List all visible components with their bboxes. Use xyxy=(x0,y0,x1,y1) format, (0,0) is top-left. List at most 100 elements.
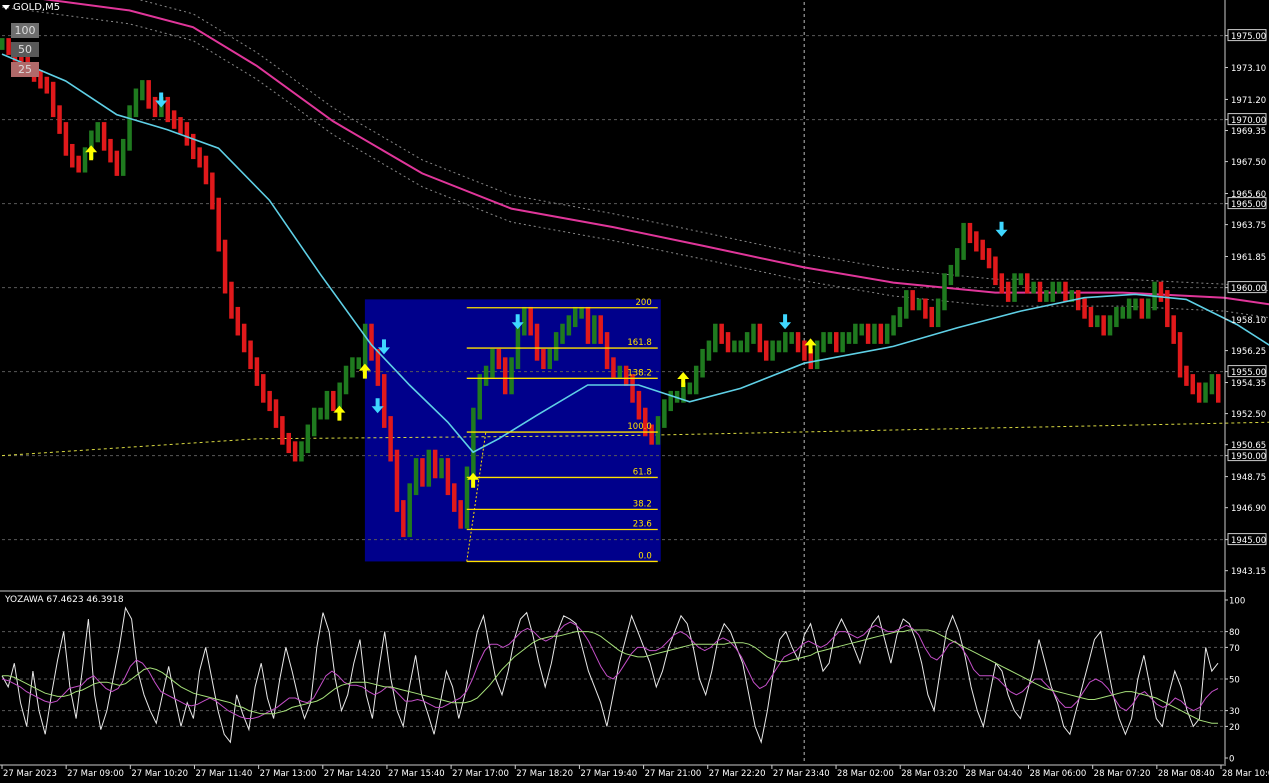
volume-button-100[interactable]: 100 xyxy=(11,23,39,38)
price-bar xyxy=(935,298,941,328)
price-bar xyxy=(483,365,489,386)
price-chart[interactable]: 200161.8138.2100.061.838.223.60.01975.00… xyxy=(0,0,1269,779)
price-bar xyxy=(1139,298,1145,319)
price-tick-label: 1943.15 xyxy=(1231,567,1266,577)
price-bar xyxy=(560,323,565,344)
price-bar xyxy=(1088,306,1094,328)
price-bar xyxy=(248,340,253,370)
price-bar xyxy=(891,315,896,336)
fib-level-label: 161.8 xyxy=(627,338,651,348)
symbol-text: GOLD,M5 xyxy=(13,2,61,13)
price-bar xyxy=(57,105,62,134)
price-bar xyxy=(872,323,877,344)
caret-down-icon[interactable] xyxy=(2,4,10,10)
price-bar xyxy=(884,323,890,344)
time-tick-label: 28 Mar 07:20 xyxy=(1094,769,1151,779)
price-bar xyxy=(152,96,158,118)
time-tick-label: 27 Mar 21:00 xyxy=(645,769,702,779)
price-bar xyxy=(140,80,145,101)
price-bar xyxy=(942,273,947,311)
time-tick-label: 28 Mar 04:40 xyxy=(965,769,1022,779)
price-bar xyxy=(235,306,241,336)
price-bar xyxy=(1107,315,1113,336)
price-bar xyxy=(1165,290,1170,328)
price-bar xyxy=(490,348,495,378)
price-bar xyxy=(611,357,616,378)
price-bar xyxy=(1133,298,1138,311)
price-bar xyxy=(241,323,247,353)
price-bar xyxy=(1037,281,1043,302)
fib-level-label: 200 xyxy=(636,298,652,308)
time-tick-label: 27 Mar 11:40 xyxy=(195,769,252,779)
price-bar xyxy=(770,340,775,361)
price-bar xyxy=(713,323,718,353)
price-bar xyxy=(426,449,432,487)
price-bar xyxy=(1209,374,1215,395)
price-bar xyxy=(394,449,400,512)
price-bar xyxy=(1145,298,1151,319)
price-bar xyxy=(452,483,457,512)
price-bar xyxy=(146,80,151,109)
price-bar xyxy=(1177,332,1183,378)
price-bar xyxy=(592,315,597,344)
time-tick-label: 28 Mar 06:00 xyxy=(1030,769,1087,779)
price-bar xyxy=(388,416,393,462)
price-tick-label: 1952.50 xyxy=(1231,410,1266,420)
volume-button-50[interactable]: 50 xyxy=(11,42,39,57)
fib-level-label: 138.2 xyxy=(627,368,651,378)
price-bar xyxy=(502,357,508,395)
price-bar xyxy=(1171,315,1176,344)
fib-level-label: 100.0 xyxy=(627,422,651,432)
price-bar xyxy=(572,306,578,328)
price-bar xyxy=(802,340,807,361)
price-bar xyxy=(509,357,514,395)
price-bar xyxy=(222,239,228,294)
price-bar xyxy=(827,332,833,344)
time-tick-label: 27 Mar 14:20 xyxy=(324,769,381,779)
price-tick-label: 1970.00 xyxy=(1231,116,1266,126)
price-bar xyxy=(834,332,839,353)
price-bar xyxy=(292,441,298,462)
price-bar xyxy=(923,298,928,319)
price-bar xyxy=(897,306,903,328)
price-bar xyxy=(515,323,521,370)
price-bar xyxy=(668,390,673,412)
price-bar xyxy=(407,483,412,538)
price-tick-label: 1948.75 xyxy=(1231,473,1266,483)
price-tick-label: 1946.90 xyxy=(1231,504,1266,514)
fib-level-label: 23.6 xyxy=(633,520,652,530)
volume-button-25[interactable]: 25 xyxy=(11,62,39,77)
price-bar xyxy=(719,323,724,344)
price-bar xyxy=(1056,281,1062,294)
price-bar xyxy=(273,399,279,428)
price-bar xyxy=(655,416,661,445)
price-bar xyxy=(662,399,667,428)
symbol-label[interactable]: GOLD,M5 xyxy=(2,2,60,13)
price-bar xyxy=(184,122,190,146)
price-bar xyxy=(1114,306,1119,328)
price-bar xyxy=(541,348,546,370)
price-bar xyxy=(1120,306,1126,319)
price-bar xyxy=(203,155,209,185)
price-bar xyxy=(261,374,266,403)
price-bar xyxy=(44,76,50,94)
price-bar xyxy=(95,122,100,143)
price-bar xyxy=(859,323,864,336)
chart-root: 200 161.8 138.2 100.0 61.8 38.2 23.6 0.0 1975.00… xyxy=(0,0,1269,779)
price-bar xyxy=(1095,315,1100,328)
price-bar xyxy=(948,264,954,286)
price-bar xyxy=(738,340,744,353)
price-bar xyxy=(133,88,139,118)
price-bar xyxy=(980,239,985,260)
price-tick-label: 1973.10 xyxy=(1231,64,1266,74)
price-bar xyxy=(280,416,285,445)
osc-tick-label: 80 xyxy=(1229,628,1240,638)
price-bar xyxy=(401,500,406,538)
price-bar xyxy=(171,110,177,129)
price-bar xyxy=(706,340,712,361)
price-bar xyxy=(1184,365,1189,386)
price-bar xyxy=(961,222,966,260)
osc-tick-label: 50 xyxy=(1229,676,1240,686)
osc-tick-label: 100 xyxy=(1229,597,1245,607)
time-tick-label: 28 Mar 10:00 xyxy=(1222,769,1269,779)
